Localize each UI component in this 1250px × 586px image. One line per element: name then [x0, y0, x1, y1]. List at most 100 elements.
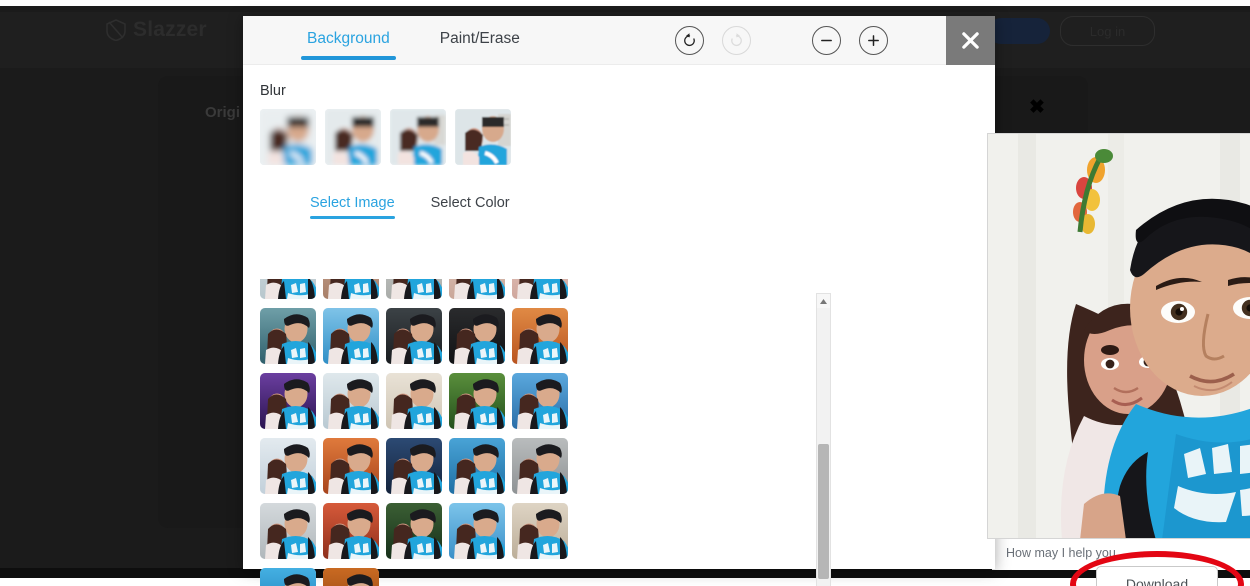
thumbnail-preview [386, 438, 442, 494]
bg-wall-beige[interactable] [512, 503, 568, 559]
thumbnail-preview [325, 109, 381, 165]
thumbnail-preview [323, 438, 379, 494]
bg-dusk-orange[interactable] [323, 438, 379, 494]
bg-forest-green[interactable] [449, 373, 505, 429]
thumbnail-preview [260, 503, 316, 559]
background-grid-viewport [260, 279, 586, 586]
modal-tabs: Background Paint/Erase [301, 16, 526, 60]
redo-icon [731, 33, 742, 47]
redo-button [722, 26, 751, 55]
bg-skin-soft[interactable] [449, 279, 505, 299]
bg-room-warm[interactable] [323, 279, 379, 299]
plus-icon [868, 35, 879, 46]
thumbnail-preview [323, 279, 379, 299]
thumbnail-preview [386, 279, 442, 299]
bg-snow-white[interactable] [260, 438, 316, 494]
bg-cloud-grey[interactable] [260, 503, 316, 559]
thumbnail-preview [512, 279, 568, 299]
thumbnail-preview [260, 568, 316, 586]
blur-level-3[interactable] [390, 109, 446, 165]
thumbnail-preview [512, 503, 568, 559]
bg-sunset-red[interactable] [323, 503, 379, 559]
preview-photo [988, 134, 1250, 538]
bg-city-grey[interactable] [512, 438, 568, 494]
bg-sand-pink[interactable] [512, 279, 568, 299]
bg-wall-grey[interactable] [386, 279, 442, 299]
minus-icon [821, 39, 832, 42]
thumbnail-preview [323, 373, 379, 429]
preview-pane: Download [603, 65, 1250, 586]
background-options-pane: Blur Select Image Select Color [243, 65, 831, 586]
close-icon [962, 32, 979, 49]
bg-sea-blue[interactable] [449, 438, 505, 494]
thumbnail-preview [386, 373, 442, 429]
blur-level-1[interactable] [260, 109, 316, 165]
tab-paint-erase[interactable]: Paint/Erase [434, 16, 526, 60]
modal-toolbar: Background Paint/Erase [243, 16, 995, 65]
bg-sunset-orange[interactable] [512, 308, 568, 364]
bg-beach-pale[interactable] [260, 279, 316, 299]
thumbnail-preview [449, 503, 505, 559]
tab-background[interactable]: Background [301, 16, 396, 60]
bg-sky-blue[interactable] [323, 308, 379, 364]
thumbnail-preview [260, 308, 316, 364]
login-button[interactable]: Log in [1060, 16, 1155, 46]
thumbnail-preview [386, 308, 442, 364]
result-preview-image [987, 133, 1250, 539]
brand-logo[interactable]: Slazzer [106, 18, 207, 42]
bottom-edge-strip [0, 578, 1250, 586]
original-image-label: Origi [205, 104, 241, 121]
close-modal-button[interactable] [946, 16, 995, 65]
bg-indoor-dark[interactable] [386, 308, 442, 364]
thumbnail-preview [260, 438, 316, 494]
bg-night-blue[interactable] [386, 438, 442, 494]
thumbnail-preview [390, 109, 446, 165]
bg-lagoon-blue[interactable] [260, 568, 316, 586]
blur-level-2[interactable] [325, 109, 381, 165]
download-area: Download [1070, 551, 1244, 586]
bg-studio-black[interactable] [449, 308, 505, 364]
zoom-in-button[interactable] [859, 26, 888, 55]
undo-button[interactable] [675, 26, 704, 55]
chat-widget-subtitle: How may I help you [1006, 546, 1116, 560]
tab-select-image[interactable]: Select Image [310, 195, 395, 219]
bg-ocean-blue[interactable] [512, 373, 568, 429]
blur-section-label: Blur [260, 83, 286, 99]
zoom-out-button[interactable] [812, 26, 841, 55]
blur-level-4[interactable] [455, 109, 511, 165]
bg-canyon-orange[interactable] [323, 568, 379, 586]
header-cta-button[interactable] [988, 18, 1050, 44]
thumbnail-preview [449, 308, 505, 364]
download-button[interactable]: Download [1096, 566, 1218, 586]
undo-icon [684, 33, 695, 47]
background-editor-modal: Background Paint/Erase Blur Select Image… [243, 16, 1250, 586]
modal-body: Blur Select Image Select Color Download [243, 65, 1250, 586]
screenshot-root: Slazzer Log in Origi ✖ We're Online! How… [0, 0, 1250, 586]
top-edge-strip [0, 0, 1250, 6]
thumbnail-preview [512, 308, 568, 364]
bg-plain-cream[interactable] [386, 373, 442, 429]
background-source-tabs: Select Image Select Color [310, 195, 603, 219]
bg-neon-purple[interactable] [260, 373, 316, 429]
editor-close-icon[interactable]: ✖ [1029, 96, 1045, 119]
thumbnail-preview [512, 438, 568, 494]
thumbnail-preview [260, 109, 316, 165]
brand-name: Slazzer [133, 18, 207, 41]
thumbnail-preview [323, 503, 379, 559]
thumbnail-preview [449, 438, 505, 494]
thumbnail-preview [449, 373, 505, 429]
blur-options-row [260, 109, 603, 165]
thumbnail-preview [449, 279, 505, 299]
bg-beach-white[interactable] [323, 373, 379, 429]
background-grid [260, 279, 586, 586]
bg-mountain-teal[interactable] [260, 308, 316, 364]
history-tools [675, 26, 751, 55]
slazzer-logo-icon [106, 19, 126, 41]
bg-sky-clear[interactable] [449, 503, 505, 559]
tab-select-color[interactable]: Select Color [431, 195, 510, 219]
thumbnail-preview [260, 279, 316, 299]
thumbnail-preview [323, 308, 379, 364]
thumbnail-preview [455, 109, 511, 165]
thumbnail-preview [386, 503, 442, 559]
bg-jungle-dark[interactable] [386, 503, 442, 559]
